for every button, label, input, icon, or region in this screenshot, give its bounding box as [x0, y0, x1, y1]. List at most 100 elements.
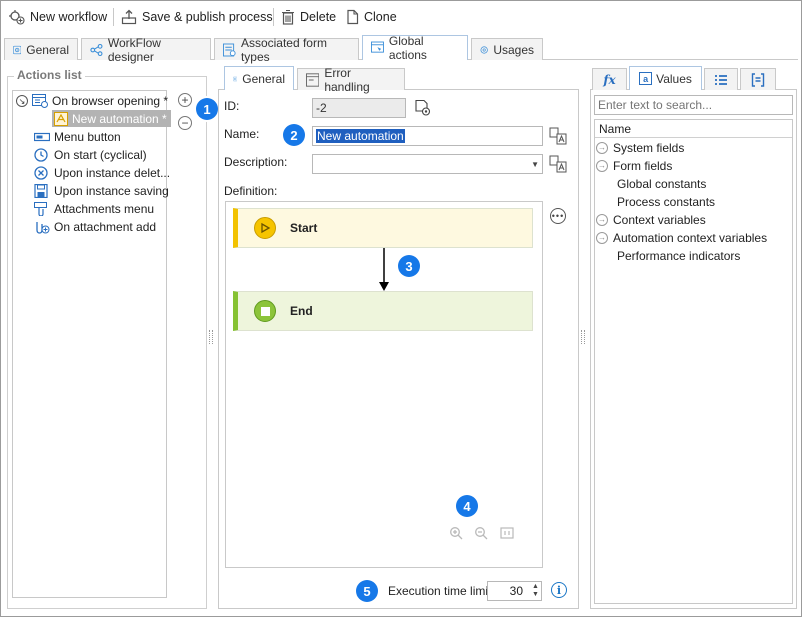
id-settings-icon[interactable] [414, 99, 432, 117]
dropdown-arrow-icon[interactable]: ▼ [531, 160, 539, 169]
stop-icon [254, 300, 276, 322]
toolbar-divider [273, 8, 274, 26]
end-node-label: End [290, 304, 313, 318]
start-node[interactable]: Start [233, 208, 533, 248]
start-node-label: Start [290, 221, 318, 235]
tree-item-new-automation[interactable]: New automation * [52, 110, 171, 127]
variable-row-performance-indicators[interactable]: Performance indicators [617, 247, 740, 265]
form-types-icon [223, 43, 236, 56]
expand-icon[interactable]: → [596, 232, 608, 244]
tree-item-on-browser-opening[interactable]: ↘ On browser opening * [16, 92, 168, 110]
delete-label: Delete [300, 10, 337, 24]
tree-item-on-start[interactable]: On start (cyclical) [34, 146, 147, 164]
info-icon[interactable]: i [551, 582, 567, 598]
execution-time-limit-value: 30 [509, 584, 523, 598]
description-input[interactable]: ▼ [312, 154, 543, 174]
tree-item-menu-button[interactable]: Menu button [34, 128, 121, 146]
callout-badge-5: 5 [356, 580, 378, 602]
tab-general[interactable]: General [4, 38, 78, 60]
translate-icon[interactable] [549, 127, 567, 145]
right-splitter[interactable] [581, 330, 585, 344]
clock-icon [34, 148, 48, 162]
variable-label: Performance indicators [617, 249, 741, 263]
save-icon [34, 184, 48, 198]
tab-workflow-designer[interactable]: WorkFlow designer [81, 36, 211, 64]
tab-global-actions[interactable]: Global actions [362, 34, 468, 62]
tab-functions[interactable]: fx [592, 68, 627, 90]
new-workflow-label: New workflow [30, 10, 108, 24]
variable-row-global-constants[interactable]: Global constants [617, 175, 706, 193]
delete-button[interactable]: Delete [281, 6, 336, 28]
clone-button[interactable]: Clone [345, 6, 397, 28]
inner-tab-error-handling-label: Error handling [324, 65, 370, 94]
collapse-icon[interactable]: ↘ [16, 95, 28, 107]
spinner-up-icon[interactable]: ▲ [532, 583, 539, 591]
tab-usages[interactable]: Usages [471, 38, 543, 60]
new-workflow-icon [9, 10, 25, 25]
inner-tab-general[interactable]: General [224, 66, 294, 90]
tree-item-label: On attachment add [54, 220, 157, 234]
automation-icon [54, 111, 68, 126]
end-node[interactable]: End [233, 291, 533, 331]
clone-icon [347, 9, 359, 25]
flow-connector[interactable] [376, 248, 392, 293]
workflow-icon [90, 43, 103, 56]
translate-icon[interactable] [549, 155, 567, 173]
zoom-out-icon[interactable] [474, 526, 488, 540]
variable-label: System fields [613, 141, 685, 155]
save-publish-label: Save & publish process [142, 10, 273, 24]
tree-item-label: Upon instance saving [54, 184, 169, 198]
new-workflow-button[interactable]: New workflow [9, 6, 107, 28]
spinner-down-icon[interactable]: ▼ [532, 591, 539, 599]
tab-associated-form-types[interactable]: Associated form types [214, 36, 359, 64]
save-publish-icon [121, 9, 137, 25]
variable-label: Context variables [613, 213, 706, 227]
inner-tab-general-label: General [242, 71, 285, 86]
tree-item-label: Menu button [54, 130, 121, 144]
tree-item-attachments-menu[interactable]: Attachments menu [34, 200, 154, 218]
tab-list[interactable] [704, 68, 738, 90]
toolbar-divider [113, 8, 114, 26]
inner-tab-error-handling[interactable]: Error handling [297, 66, 405, 94]
add-action-button[interactable]: + [178, 93, 192, 107]
expand-icon[interactable]: → [596, 142, 608, 154]
list-icon [715, 74, 727, 85]
definition-label: Definition: [224, 184, 278, 198]
remove-action-button[interactable]: − [178, 116, 192, 130]
tab-values[interactable]: a Values [629, 66, 702, 90]
expand-icon[interactable]: → [596, 214, 608, 226]
gear-icon [233, 76, 238, 81]
expand-icon[interactable]: → [596, 160, 608, 172]
left-splitter[interactable] [209, 330, 213, 344]
zoom-in-icon[interactable] [449, 526, 463, 540]
name-input[interactable]: New automation [312, 126, 543, 146]
callout-badge-3: 3 [398, 255, 420, 277]
variable-row-context-variables[interactable]: → Context variables [596, 211, 706, 229]
fit-to-screen-icon[interactable] [500, 526, 514, 540]
tab-values-label: Values [656, 71, 692, 86]
delete-circle-icon [34, 166, 48, 180]
variable-row-process-constants[interactable]: Process constants [617, 193, 715, 211]
spinner-buttons[interactable]: ▲ ▼ [530, 582, 541, 600]
global-actions-icon [371, 41, 384, 53]
callout-badge-4: 4 [456, 495, 478, 517]
tab-bracket[interactable] [740, 68, 776, 90]
tree-item-on-attachment-add[interactable]: On attachment add [34, 218, 156, 236]
more-options-icon[interactable]: ••• [550, 208, 566, 224]
tree-item-label: On browser opening * [52, 94, 169, 108]
execution-time-limit-label: Execution time limit: [388, 584, 495, 598]
variable-row-automation-context-variables[interactable]: → Automation context variables [596, 229, 767, 247]
tree-item-label: New automation * [72, 111, 167, 126]
variables-search-input[interactable] [594, 95, 793, 115]
clone-label: Clone [364, 10, 397, 24]
variable-row-form-fields[interactable]: → Form fields [596, 157, 672, 175]
save-publish-button[interactable]: Save & publish process [121, 6, 273, 28]
tree-item-upon-instance-delete[interactable]: Upon instance delet... [34, 164, 170, 182]
browser-icon [32, 94, 48, 108]
name-column-header[interactable]: Name [595, 120, 792, 138]
bracket-icon [751, 72, 765, 87]
tree-item-upon-instance-saving[interactable]: Upon instance saving [34, 182, 169, 200]
tab-usages-label: Usages [493, 42, 534, 57]
variable-row-system-fields[interactable]: → System fields [596, 139, 684, 157]
attachment-add-icon [36, 222, 50, 234]
